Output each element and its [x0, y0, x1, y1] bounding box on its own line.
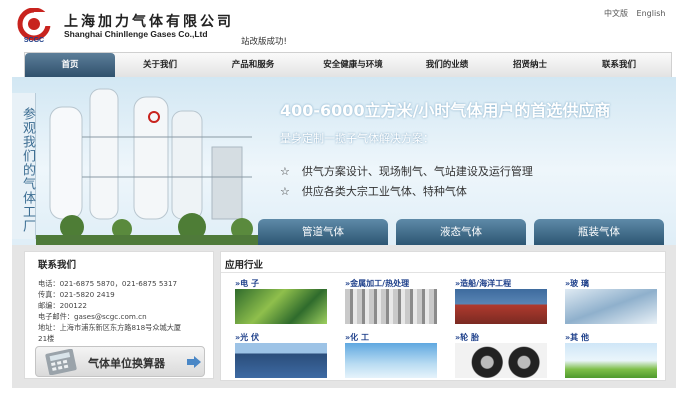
company-name-en: Shanghai Chinllenge Gases Co.,Ltd	[64, 29, 208, 39]
logo-text: SCGC	[24, 37, 44, 44]
arrow-right-icon	[187, 356, 201, 368]
nav-item-contact[interactable]: 联系我们	[581, 53, 657, 78]
language-switcher: 中文版 English	[604, 8, 671, 19]
steel-pipes-thumb	[345, 289, 437, 324]
contact-postcode: 邮编：200122	[38, 301, 88, 310]
shipyard-thumb	[455, 289, 547, 324]
contact-phone: 电话：021-6875 5870，021-6875 5317	[38, 279, 178, 288]
industries-title: 应用行业	[225, 260, 264, 271]
visit-plant-tab[interactable]: 参观我们的气体工厂	[12, 93, 36, 239]
nav-item-about[interactable]: 关于我们	[121, 53, 199, 78]
industry-shipbuilding[interactable]: »造船/海洋工程	[455, 278, 547, 324]
nav-item-careers[interactable]: 招贤纳士	[495, 53, 565, 78]
nav-item-performance[interactable]: 我们的业绩	[405, 53, 489, 78]
liquid-gas-button[interactable]: 液态气体	[396, 219, 526, 245]
industries-panel: 应用行业 »电 子 »金属加工/热处理 »造船/海洋工程 »玻 璃 »光 伏 »…	[220, 251, 666, 381]
banner-bullet: ☆ 供气方案设计、现场制气、气站建设及运行管理	[280, 165, 533, 178]
lang-chinese-link[interactable]: 中文版	[604, 9, 628, 18]
site-notice: 站改版成功!	[241, 37, 287, 47]
nav-item-safety[interactable]: 安全健康与环境	[305, 53, 401, 78]
industry-others[interactable]: »其 他	[565, 332, 657, 378]
contact-fax: 传真：021-5820 2419	[38, 290, 115, 299]
banner-bullet: ☆ 供应各类大宗工业气体、特种气体	[280, 185, 467, 198]
hero-banner: 参观我们的气体工厂 400-6000立方米/小时气体用户的首选供应商 量身定制一…	[12, 77, 676, 245]
calculator-icon	[45, 349, 77, 375]
lower-section: 联系我们 电话：021-6875 5870，021-6875 5317 传真：0…	[12, 245, 676, 388]
contact-address-floor: 21楼	[38, 334, 55, 343]
calculator-label: 气体单位换算器	[88, 357, 165, 370]
contact-email[interactable]: 电子邮件：gases@scgc.com.cn	[38, 312, 147, 322]
industry-glass[interactable]: »玻 璃	[565, 278, 657, 324]
contact-panel: 联系我们 电话：021-6875 5870，021-6875 5317 传真：0…	[24, 251, 214, 379]
industry-electronics[interactable]: »电 子	[235, 278, 327, 324]
bottled-gas-button[interactable]: 瓶装气体	[534, 219, 664, 245]
banner-headline: 400-6000立方米/小时气体用户的首选供应商	[280, 101, 611, 120]
nav-item-home[interactable]: 首页	[25, 53, 115, 78]
star-icon: ☆	[280, 165, 290, 178]
industry-tyres[interactable]: »轮 胎	[455, 332, 547, 378]
tyres-thumb	[455, 343, 547, 378]
glass-facade-thumb	[565, 289, 657, 324]
nav-item-products[interactable]: 产品和服务	[213, 53, 293, 78]
solar-panels-thumb	[235, 343, 327, 378]
contact-address: 地址：上海市浦东新区东方路818号众城大厦	[38, 323, 182, 332]
star-icon: ☆	[280, 185, 290, 198]
contact-title: 联系我们	[38, 260, 77, 271]
main-nav: 首页 关于我们 产品和服务 安全健康与环境 我们的业绩 招贤纳士 联系我们	[24, 52, 672, 78]
industry-chemical[interactable]: »化 工	[345, 332, 437, 378]
banner-subheadline: 量身定制一揽子气体解决方案：	[280, 132, 434, 145]
industry-photovoltaic[interactable]: »光 伏	[235, 332, 327, 378]
company-name-cn: 上海加力气体有限公司	[64, 14, 234, 30]
gas-unit-calculator-button[interactable]: 气体单位换算器	[35, 346, 205, 377]
company-logo[interactable]: SCGC	[14, 8, 58, 44]
pipeline-gas-button[interactable]: 管道气体	[258, 219, 388, 245]
circuit-board-thumb	[235, 289, 327, 324]
leaves-thumb	[565, 343, 657, 378]
chemical-plant-thumb	[345, 343, 437, 378]
industry-metal-processing[interactable]: »金属加工/热处理	[345, 278, 437, 324]
lang-english-link[interactable]: English	[637, 9, 666, 18]
